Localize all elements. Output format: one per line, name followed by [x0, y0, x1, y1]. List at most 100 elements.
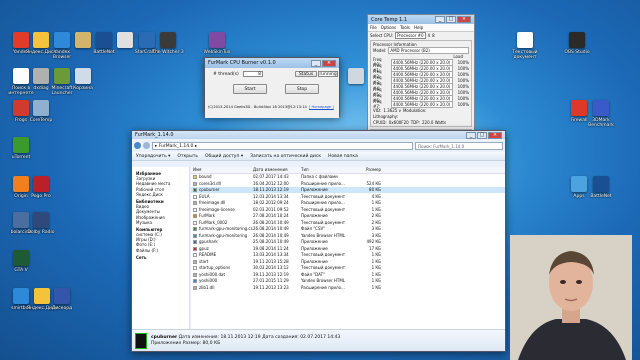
desktop-icon[interactable]: 3DMark Benchmark	[584, 100, 618, 128]
menu-options[interactable]: Options	[381, 25, 396, 30]
file-icon	[193, 214, 197, 219]
organize-button[interactable]: Упорядочить ▾	[136, 154, 170, 159]
file-icon	[193, 194, 197, 199]
file-name: gpushark	[199, 239, 218, 245]
desktop-icon[interactable]: Корзина	[66, 68, 100, 91]
share-button[interactable]: Общий доступ ▾	[205, 154, 243, 159]
file-date: 30.03.2014 13:12	[253, 265, 289, 271]
column-name[interactable]: Имя	[191, 167, 253, 172]
menu-file[interactable]: File	[370, 25, 377, 30]
back-button[interactable]	[134, 142, 141, 149]
furmark-titlebar[interactable]: FurMark CPU Burner v0.1.0 _ ×	[205, 58, 339, 68]
desktop-icon[interactable]: uTorrent	[4, 137, 38, 160]
start-button[interactable]: Start	[233, 84, 267, 94]
app-icon	[593, 100, 609, 116]
file-size: 1 КБ	[371, 200, 381, 206]
file-size: 1 КБ	[371, 284, 381, 290]
file-date: 12.03.2014 13:34	[253, 193, 289, 199]
maximize-button[interactable]: □	[446, 16, 456, 23]
cores-value: 4	[427, 32, 431, 38]
file-name: EULA	[199, 193, 210, 199]
status-label: Status	[295, 71, 317, 77]
desktop-icon[interactable]: The Witcher 3	[151, 32, 185, 55]
close-button[interactable]: ×	[457, 16, 471, 23]
file-name: FurMark_0002	[199, 219, 228, 225]
file-icon	[193, 266, 197, 271]
file-type: Текстовый документ	[301, 206, 346, 212]
menu-tools[interactable]: Tools	[400, 25, 410, 30]
maximize-button[interactable]: □	[477, 131, 487, 139]
desktop-icon[interactable]: BattleNet	[584, 176, 618, 199]
file-size: 3 КБ	[371, 232, 381, 238]
file-row[interactable]: zlib1.dll 19.11.2013 13:23 Расширение прил…	[191, 284, 505, 291]
nav-item[interactable]: Музыка	[134, 220, 187, 225]
forward-button[interactable]	[143, 142, 150, 149]
file-icon	[193, 259, 197, 264]
desktop-icon[interactable]: Pogo Pro	[24, 176, 58, 199]
file-icon	[193, 175, 197, 180]
desktop-icon[interactable]: Текстовый документ	[508, 32, 542, 60]
file-date: 27.01.2015 11:29	[253, 278, 289, 284]
minimize-button[interactable]: _	[435, 16, 445, 23]
open-button[interactable]: Открыть	[177, 154, 198, 159]
explorer-title: FurMark_1.14.0	[135, 132, 174, 138]
file-icon	[193, 220, 197, 225]
desktop-icon[interactable]: GTA V	[4, 250, 38, 273]
file-date: 18.02.2012 09:24	[253, 200, 289, 206]
desktop-icon[interactable]: WebSkinTux	[200, 32, 234, 55]
address-bar[interactable]: ▸ FurMark_1.14.0 ▸	[152, 141, 413, 150]
new-folder-button[interactable]: Новая папка	[328, 154, 358, 159]
column-date[interactable]: Дата изменения	[253, 167, 301, 172]
desktop-icon-label: The Witcher 3	[152, 50, 184, 55]
freq-value: 4400.56MHz (220.00 x 20.0)	[391, 100, 453, 108]
nav-item[interactable]: Яндекс.Диск	[134, 192, 187, 197]
explorer-window[interactable]: FurMark_1.14.0 _ □ × ▸ FurMark_1.14.0 ▸ По…	[131, 130, 506, 352]
file-type: Yandex Browser HTML	[301, 232, 346, 238]
homepage-link[interactable]: [ Homepage ]	[309, 105, 334, 109]
file-type: Текстовый документ	[301, 219, 346, 225]
load-value: 100%	[457, 101, 469, 107]
file-name: gpuz	[199, 245, 209, 251]
vid-value: 1.3625 v	[383, 107, 401, 113]
minimize-button[interactable]: _	[311, 59, 321, 67]
app-icon	[160, 32, 176, 48]
file-name: freeimage-license	[199, 206, 235, 212]
file-icon	[193, 188, 197, 193]
coretemp-titlebar[interactable]: Core Temp 1.1 _ □ ×	[368, 15, 474, 24]
nav-item[interactable]: Сеть	[134, 255, 187, 260]
close-button[interactable]: ×	[322, 59, 336, 67]
desktop-icon[interactable]: CoreTemp	[24, 100, 58, 123]
column-size[interactable]: Размер	[347, 167, 381, 172]
threads-field[interactable]: 8	[243, 71, 263, 77]
column-type[interactable]: Тип	[301, 167, 347, 172]
load-value: 100%	[457, 89, 469, 95]
selected-file-icon	[135, 332, 147, 349]
explorer-titlebar[interactable]: FurMark_1.14.0 _ □ ×	[132, 131, 505, 139]
furmark-window[interactable]: FurMark CPU Burner v0.1.0 _ × # thread(s)…	[204, 57, 340, 118]
details-date-label: Дата изменения:	[178, 335, 220, 340]
file-date: 16.04.2012 12:00	[253, 180, 289, 186]
desktop-icon[interactable]: Dolby Radio	[24, 212, 58, 235]
cpu-select[interactable]: Processor #0	[395, 31, 426, 39]
close-button[interactable]: ×	[488, 131, 502, 139]
minimize-button[interactable]: _	[466, 131, 476, 139]
menu-help[interactable]: Help	[414, 25, 423, 30]
file-date: 25.08.2014 10:49	[253, 239, 289, 245]
desktop-icon-label: BattleNet	[590, 194, 612, 199]
file-date: 13.03.2014 13:34	[253, 252, 289, 258]
details-date-value: 18.11.2013 12:19	[220, 335, 261, 340]
app-icon	[593, 176, 609, 192]
app-icon	[517, 32, 533, 48]
file-type: Приложение	[301, 213, 328, 219]
file-name: FurMark	[199, 213, 216, 219]
desktop-icon[interactable]: OBS Studio	[560, 32, 594, 55]
desktop-icon[interactable]: Дискорд	[45, 288, 79, 311]
file-date: 19.11.2013 15:28	[253, 258, 289, 264]
nav-item[interactable]: Файлы (F:)	[134, 248, 187, 253]
load-value: 100%	[457, 83, 469, 89]
burn-button[interactable]: Записать на оптический диск	[250, 154, 321, 159]
tdp-label: TDP:	[410, 119, 420, 125]
stop-button[interactable]: Stop	[285, 84, 319, 94]
search-input[interactable]: Поиск: FurMark_1.14.0	[415, 141, 503, 150]
tdp-value: 220.0 Watts	[421, 119, 447, 125]
